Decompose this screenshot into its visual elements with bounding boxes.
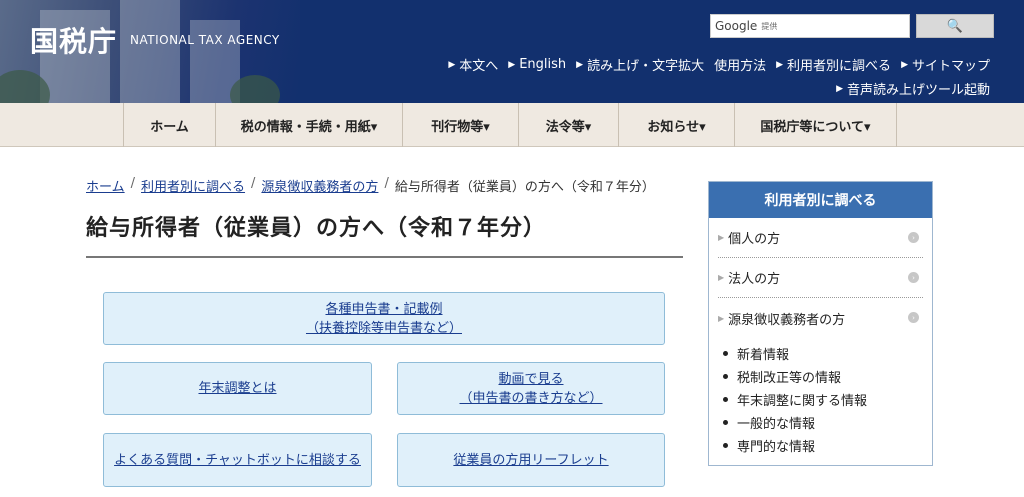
faq-chatbot-button[interactable]: よくある質問・チャットボットに相談する [103, 433, 372, 487]
global-nav: ホーム 税の情報・手続・用紙▾ 刊行物等▾ 法令等▾ お知らせ▾ 国税庁等につい… [0, 103, 1024, 147]
google-brand: Google [715, 19, 758, 33]
triangle-right-icon: ▶ [718, 233, 725, 242]
nav-home[interactable]: ホーム [123, 103, 215, 147]
sidebar-sublist: 新着情報 税制改正等の情報 年末調整に関する情報 一般的な情報 専門的な情報 [723, 342, 932, 457]
circle-arrow-icon: › [908, 272, 919, 283]
arrow-right-icon: ▶ [901, 59, 908, 70]
link-english[interactable]: ▶ English [508, 55, 566, 74]
nav-news[interactable]: お知らせ▾ [618, 103, 734, 147]
video-button[interactable]: 動画で見る （申告書の書き方など） [397, 362, 665, 415]
arrow-right-icon: ▶ [836, 83, 843, 94]
title-divider [86, 256, 683, 258]
triangle-right-icon: ▶ [718, 273, 725, 282]
link-skip-to-content[interactable]: ▶ 本文へ [448, 55, 498, 74]
link-by-user[interactable]: ▶ 利用者別に調べる [776, 55, 891, 74]
link-usage[interactable]: 使用方法 [714, 55, 766, 74]
leaflet-button[interactable]: 従業員の方用リーフレット [397, 433, 665, 487]
breadcrumb-withholding[interactable]: 源泉徴収義務者の方 [261, 176, 378, 195]
search-button[interactable]: 🔍 [916, 14, 994, 38]
breadcrumb-home[interactable]: ホーム [86, 176, 125, 195]
search-icon: 🔍 [946, 18, 964, 34]
page-title: 給与所得者（従業員）の方へ（令和７年分） [86, 216, 547, 241]
site-subtitle: NATIONAL TAX AGENCY [130, 33, 280, 47]
arrow-right-icon: ▶ [776, 59, 784, 70]
sidebar-by-user: 利用者別に調べる ▶ 個人の方 › ▶ 法人の方 › ▶ 源泉徴収義務者の方 ›… [708, 181, 933, 466]
sidebar-subitem-year-end[interactable]: 年末調整に関する情報 [723, 388, 932, 411]
site-header: 国税庁 NATIONAL TAX AGENCY Google 提供 🔍 ▶ 本文へ… [0, 0, 1024, 103]
sidebar-subitem-general[interactable]: 一般的な情報 [723, 411, 932, 434]
forms-button[interactable]: 各種申告書・記載例 （扶養控除等申告書など） [103, 292, 665, 345]
nav-tax-info[interactable]: 税の情報・手続・用紙▾ [215, 103, 402, 147]
link-audio-tool[interactable]: ▶ 音声読み上げツール起動 [836, 79, 990, 98]
sidebar-item-corporate[interactable]: ▶ 法人の方 › [718, 258, 923, 298]
sidebar-title: 利用者別に調べる [709, 182, 932, 218]
sidebar-subitem-news[interactable]: 新着情報 [723, 342, 932, 365]
nav-publications[interactable]: 刊行物等▾ [402, 103, 518, 147]
year-end-adjustment-button[interactable]: 年末調整とは [103, 362, 372, 415]
site-logo[interactable]: 国税庁 [30, 20, 117, 60]
header-links: ▶ 本文へ ▶ English ▶ 読み上げ・文字拡大 使用方法 ▶ 利用者別に調べる … [448, 55, 990, 74]
breadcrumb-current: 給与所得者（従業員）の方へ（令和７年分） [394, 180, 655, 195]
triangle-right-icon: ▶ [718, 313, 725, 323]
link-sitemap[interactable]: ▶ サイトマップ [901, 55, 990, 74]
arrow-right-icon: ▶ [508, 59, 516, 70]
nav-about[interactable]: 国税庁等について▾ [734, 103, 897, 147]
breadcrumb-by-user[interactable]: 利用者別に調べる [141, 176, 245, 195]
sidebar-subitem-tax-reform[interactable]: 税制改正等の情報 [723, 365, 932, 388]
circle-arrow-icon: › [908, 312, 919, 323]
google-brand-sub: 提供 [761, 21, 778, 31]
search-input[interactable]: Google 提供 [710, 14, 910, 38]
sidebar-item-individual[interactable]: ▶ 個人の方 › [718, 218, 923, 258]
link-read-aloud[interactable]: ▶ 読み上げ・文字拡大 [576, 55, 704, 74]
sidebar-item-withholding[interactable]: ▶ 源泉徴収義務者の方 › [718, 298, 923, 338]
circle-arrow-icon: › [908, 232, 919, 243]
breadcrumb: ホーム / 利用者別に調べる / 源泉徴収義務者の方 / 給与所得者（従業員）の… [86, 176, 655, 195]
arrow-right-icon: ▶ [576, 59, 584, 70]
nav-laws[interactable]: 法令等▾ [518, 103, 618, 147]
arrow-right-icon: ▶ [448, 59, 456, 70]
sidebar-subitem-technical[interactable]: 専門的な情報 [723, 434, 932, 457]
